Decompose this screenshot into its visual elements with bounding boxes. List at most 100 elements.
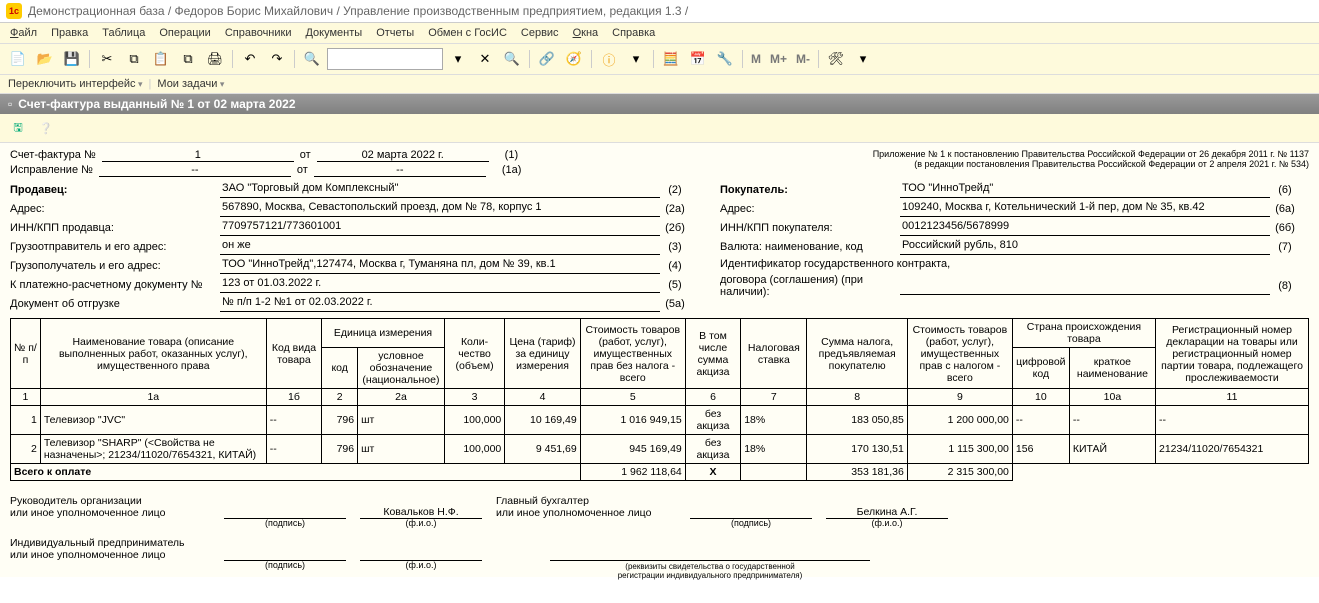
ot2: от — [297, 164, 308, 176]
th-3: Коли-чество (объем) — [444, 319, 504, 389]
th-1b: Код вида товара — [266, 319, 322, 389]
nr-9: 9 — [907, 389, 1012, 406]
fix-lbl: Исправление № — [10, 164, 93, 176]
info-icon[interactable]: ⓘ — [597, 47, 621, 71]
document-tab[interactable]: ▫ Счет-фактура выданный № 1 от 02 марта … — [0, 94, 1319, 114]
menu-rep[interactable]: Отчеты — [376, 27, 414, 39]
total-lbl: Всего к оплате — [11, 464, 581, 481]
menu-ops[interactable]: Операции — [159, 27, 210, 39]
th-6: В том числе сумма акциза — [685, 319, 740, 389]
total-withtax: 2 315 300,00 — [907, 464, 1012, 481]
switch-interface[interactable]: Переключить интерфейс — [8, 78, 143, 90]
dropdown-icon[interactable]: ▾ — [446, 47, 470, 71]
help-icon[interactable]: ❔ — [36, 118, 56, 138]
find-icon[interactable]: 🔍 — [500, 47, 524, 71]
search-icon[interactable]: 🔍 — [300, 47, 324, 71]
seller-inn-lbl: ИНН/КПП продавца: — [10, 221, 220, 235]
total-notax: 1 962 118,64 — [580, 464, 685, 481]
new-icon[interactable]: 📄 — [6, 47, 30, 71]
cons: ТОО "ИнноТрейд",127474, Москва г, Туманя… — [220, 257, 660, 274]
total-tax: 353 181,36 — [807, 464, 907, 481]
calendar-icon[interactable]: 📅 — [686, 47, 710, 71]
fix-no: -- — [99, 164, 291, 177]
nr-4: 4 — [505, 389, 580, 406]
seller-inn: 7709757121/773601001 — [220, 219, 660, 236]
th-2: Единица измерения — [322, 319, 445, 348]
clear-icon[interactable]: ✕ — [473, 47, 497, 71]
doc-toolbar: 🖫 ❔ — [0, 114, 1319, 143]
n1a: (1a) — [502, 164, 522, 176]
menu-table[interactable]: Таблица — [102, 27, 145, 39]
tool-icon[interactable]: 🔧 — [713, 47, 737, 71]
acc-name: Белкина А.Г.(ф.и.о.) — [826, 506, 948, 519]
menu-ref[interactable]: Справочники — [225, 27, 292, 39]
fix-date: -- — [314, 164, 486, 177]
head-name: Ковальков Н.Ф.(ф.и.о.) — [360, 506, 482, 519]
n1: (1) — [505, 149, 518, 161]
nr-6: 6 — [685, 389, 740, 406]
n3: (3) — [660, 241, 690, 253]
paste-icon[interactable]: 📋 — [149, 47, 173, 71]
save-doc-icon[interactable]: 🖫 — [8, 118, 28, 138]
menu-docs[interactable]: Документы — [305, 27, 362, 39]
menubar: Файл Правка Таблица Операции Справочники… — [0, 23, 1319, 44]
my-tasks[interactable]: Мои задачи — [157, 78, 224, 90]
link-icon[interactable]: 🔗 — [535, 47, 559, 71]
th-9: Стоимость товаров (работ, услуг), имущес… — [907, 319, 1012, 389]
n2a: (2a) — [660, 203, 690, 215]
subbar: Переключить интерфейс | Мои задачи — [0, 75, 1319, 94]
menu-win[interactable]: Окна — [573, 27, 599, 39]
menu-edit[interactable]: Правка — [51, 27, 88, 39]
th-2a: код — [322, 348, 358, 389]
ip-lbl: Индивидуальный предприниматель или иное … — [10, 537, 210, 561]
nr-2: 2 — [322, 389, 358, 406]
mplus-btn[interactable]: M+ — [767, 52, 790, 66]
calc-icon[interactable]: 🧮 — [659, 47, 683, 71]
th-10a: цифровой код — [1012, 348, 1069, 389]
titlebar: 1c Демонстрационная база / Федоров Борис… — [0, 0, 1319, 23]
print-icon[interactable]: 🖨 — [203, 47, 227, 71]
menu-help[interactable]: Справка — [612, 27, 655, 39]
redo-icon[interactable]: ↷ — [265, 47, 289, 71]
nr-1: 1 — [11, 389, 41, 406]
dd2-icon[interactable]: ▾ — [851, 47, 875, 71]
shipper-lbl: Грузоотправитель и его адрес: — [10, 240, 220, 254]
table-row: 1Телевизор "JVC"--796шт100,00010 169,491… — [11, 406, 1309, 435]
open-icon[interactable]: 📂 — [33, 47, 57, 71]
ip-name: (ф.и.о.) — [360, 548, 482, 561]
buyer-lbl: Покупатель: — [720, 183, 900, 197]
m-btn[interactable]: M — [748, 52, 764, 66]
appendix1: Приложение № 1 к постановлению Правитель… — [749, 149, 1309, 159]
save-icon[interactable]: 💾 — [60, 47, 84, 71]
document-tab-title: Счет-фактура выданный № 1 от 02 марта 20… — [18, 97, 295, 111]
pay-lbl: К платежно-расчетному документу № — [10, 278, 220, 292]
mminus-btn[interactable]: M- — [793, 52, 813, 66]
pay: 123 от 01.03.2022 г. — [220, 276, 660, 293]
th-5: Стоимость товаров (работ, услуг), имущес… — [580, 319, 685, 389]
settings-icon[interactable]: 🛠 — [824, 47, 848, 71]
th-10b: краткое наименование — [1069, 348, 1155, 389]
seller-val: ЗАО "Торговый дом Комплексный" — [220, 181, 660, 198]
undo-icon[interactable]: ↶ — [238, 47, 262, 71]
n5: (5) — [660, 279, 690, 291]
th-11: Регистрационный номер декларации на това… — [1156, 319, 1309, 389]
copy2-icon[interactable]: ⧉ — [176, 47, 200, 71]
n7: (7) — [1270, 241, 1300, 253]
n2b: (2б) — [660, 222, 690, 234]
ship: № п/п 1-2 №1 от 02.03.2022 г. — [220, 295, 660, 312]
search-input[interactable] — [327, 48, 443, 70]
menu-gosis[interactable]: Обмен с ГосИС — [428, 27, 507, 39]
nav-icon[interactable]: 🧭 — [562, 47, 586, 71]
copy-icon[interactable]: ⧉ — [122, 47, 146, 71]
ip-sign: (подпись) — [224, 548, 346, 561]
nr-1a: 1a — [40, 389, 266, 406]
n5a: (5a) — [660, 298, 690, 310]
dd-icon[interactable]: ▾ — [624, 47, 648, 71]
cut-icon[interactable]: ✂ — [95, 47, 119, 71]
doc-icon: ▫ — [8, 97, 12, 111]
menu-svc[interactable]: Сервис — [521, 27, 559, 39]
menu-file[interactable]: Файл — [10, 27, 37, 39]
acc-lbl: Главный бухгалтер или иное уполномоченно… — [496, 495, 676, 519]
signatures: Руководитель организации или иное уполно… — [10, 495, 1309, 561]
invoice-lbl: Счет-фактура № — [10, 149, 96, 161]
